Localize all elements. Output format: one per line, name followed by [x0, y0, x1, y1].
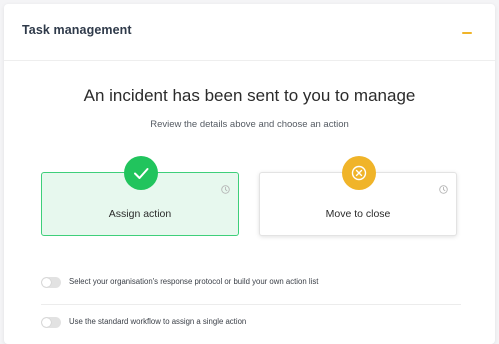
- page-heading: An incident has been sent to you to mana…: [83, 86, 416, 105]
- divider: [41, 304, 461, 305]
- collapse-button[interactable]: [459, 24, 475, 40]
- move-to-close-option[interactable]: Move to close: [259, 156, 457, 236]
- toggle-knob: [42, 278, 51, 287]
- protocol-toggle-label: Select your organisation's response prot…: [69, 277, 319, 286]
- close-circle-icon: [342, 156, 376, 190]
- protocol-toggle[interactable]: [41, 277, 61, 288]
- standard-workflow-toggle-row: Use the standard workflow to assign a si…: [41, 314, 461, 334]
- move-to-close-label: Move to close: [325, 208, 391, 220]
- check-icon: [124, 156, 158, 190]
- toggle-knob: [42, 318, 51, 327]
- card-header: Task management: [4, 4, 495, 61]
- page-subheading: Review the details above and choose an a…: [150, 119, 349, 130]
- minus-icon: [462, 32, 472, 34]
- assign-action-option[interactable]: Assign action: [41, 156, 239, 236]
- clock-icon[interactable]: [221, 181, 230, 194]
- clock-icon[interactable]: [439, 181, 448, 194]
- protocol-toggle-row: Select your organisation's response prot…: [41, 274, 461, 294]
- assign-action-label: Assign action: [108, 208, 172, 220]
- card-title: Task management: [22, 23, 132, 37]
- task-management-card: Task management An incident has been sen…: [4, 4, 495, 344]
- standard-workflow-toggle[interactable]: [41, 317, 61, 328]
- standard-workflow-toggle-label: Use the standard workflow to assign a si…: [69, 317, 247, 326]
